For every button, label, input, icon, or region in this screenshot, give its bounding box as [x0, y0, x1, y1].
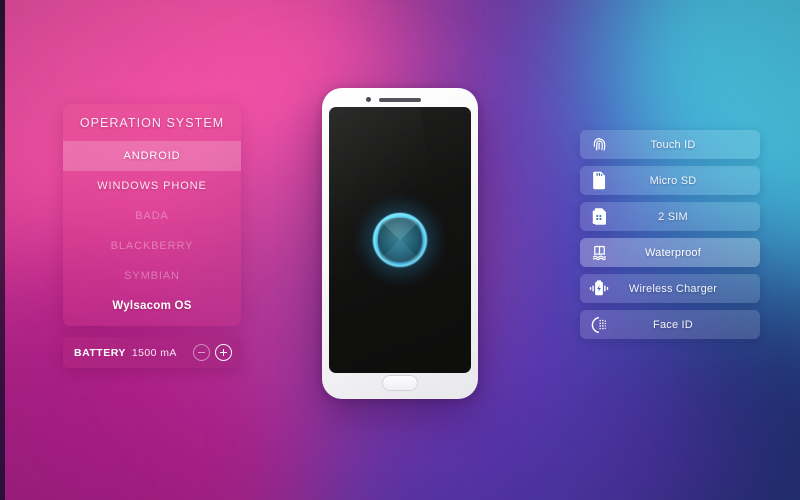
minus-circle-icon[interactable] [193, 344, 210, 361]
feature-item-micro-sd[interactable]: Micro SD [580, 166, 760, 195]
left-edge-shadow [0, 0, 5, 500]
phone-configurator-screen: OPERATION SYSTEM ANDROID WINDOWS PHONE B… [0, 0, 800, 500]
feature-label: 2 SIM [658, 210, 688, 223]
feature-label: Waterproof [644, 246, 701, 259]
feature-list: Touch ID Micro SD 2 SIM Waterproof Wirel… [580, 130, 760, 346]
feature-item-wireless-charger[interactable]: Wireless Charger [580, 274, 760, 303]
feature-label: Touch ID [650, 138, 696, 151]
os-option-symbian[interactable]: SYMBIAN [63, 261, 241, 291]
feature-label: Micro SD [649, 174, 697, 187]
os-option-android[interactable]: ANDROID [63, 141, 241, 171]
fingerprint-icon [580, 135, 618, 154]
os-option-blackberry[interactable]: BLACKBERRY [63, 231, 241, 261]
battery-value: 1500 mA [131, 346, 177, 359]
feature-item-touch-id[interactable]: Touch ID [580, 130, 760, 159]
wylsacom-logo-icon [355, 195, 445, 285]
feature-label: Wireless Charger [628, 282, 718, 295]
feature-label: Face ID [653, 318, 693, 331]
os-option-bada[interactable]: BADA [63, 201, 241, 231]
front-camera-icon [366, 97, 371, 102]
os-panel-title: OPERATION SYSTEM [79, 116, 225, 130]
os-option-windows-phone[interactable]: WINDOWS PHONE [63, 171, 241, 201]
feature-item-face-id[interactable]: Face ID [580, 310, 760, 339]
sim-card-icon [580, 207, 618, 226]
battery-stepper: BATTERY 1500 mA [63, 337, 241, 368]
home-button-icon[interactable] [382, 375, 418, 391]
waterproof-icon [580, 243, 618, 262]
os-option-wylsacom-os[interactable]: Wylsacom OS [63, 291, 241, 326]
plus-circle-icon[interactable] [215, 344, 232, 361]
earpiece-speaker-icon [379, 98, 421, 102]
operating-system-panel: OPERATION SYSTEM ANDROID WINDOWS PHONE B… [63, 104, 241, 326]
face-id-icon [580, 315, 618, 335]
wireless-charging-battery-icon [580, 279, 618, 298]
feature-item-waterproof[interactable]: Waterproof [580, 238, 760, 267]
sd-card-icon [580, 171, 618, 190]
phone-screen [329, 107, 471, 373]
phone-mockup [322, 88, 478, 399]
battery-label: BATTERY [74, 346, 126, 359]
feature-item-2-sim[interactable]: 2 SIM [580, 202, 760, 231]
